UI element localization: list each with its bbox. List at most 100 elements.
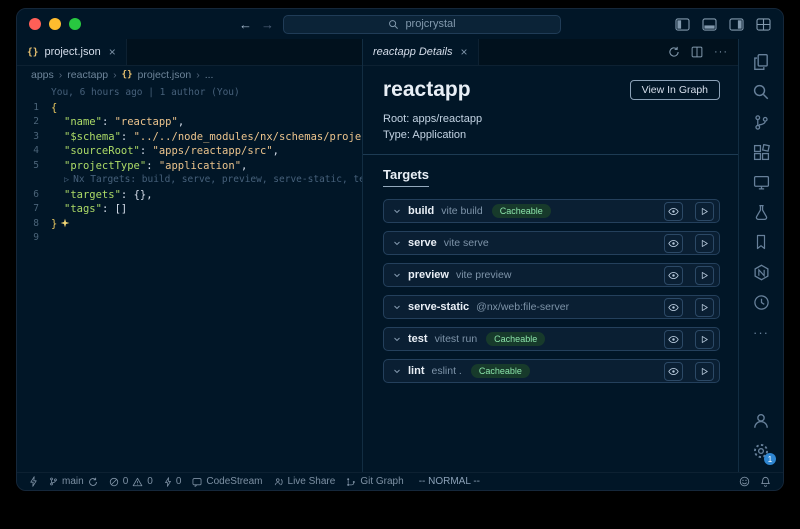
divider (363, 154, 738, 155)
close-icon[interactable]: × (461, 46, 468, 58)
refresh-icon[interactable] (668, 46, 680, 58)
reveal-target-button[interactable] (664, 330, 683, 349)
chevron-down-icon[interactable] (393, 271, 401, 279)
live-share-icon (274, 477, 284, 487)
close-window-button[interactable] (29, 18, 41, 30)
settings-button[interactable]: 1 (739, 436, 783, 466)
gitlens-blame-codelens[interactable]: You, 6 hours ago | 1 author (You) (17, 86, 362, 101)
tab-reactapp-details[interactable]: reactapp Details × (363, 39, 479, 65)
chevron-down-icon[interactable] (393, 303, 401, 311)
editor-actions: ··· (668, 39, 738, 65)
chevron-down-icon[interactable] (393, 367, 401, 375)
target-row-serve-static[interactable]: serve-static @nx/web:file-server (383, 295, 720, 319)
toggle-sidebar-right-icon[interactable] (729, 18, 744, 31)
sidebar-item-more[interactable]: ··· (739, 317, 783, 347)
remote-indicator[interactable] (29, 476, 38, 487)
sidebar-item-source-control[interactable] (739, 107, 783, 137)
eye-icon (668, 366, 679, 377)
warning-triangle-icon (132, 477, 143, 487)
tab-label: reactapp Details (373, 46, 453, 58)
bookmark-icon (753, 234, 769, 250)
split-editor-icon[interactable] (691, 46, 703, 58)
clock-icon (753, 294, 770, 311)
nx-targets-codelens[interactable]: ▷Nx Targets: build, serve, preview, serv… (17, 173, 362, 188)
code-line: 4 "sourceRoot": "apps/reactapp/src", (17, 144, 362, 159)
reveal-target-button[interactable] (664, 298, 683, 317)
git-branch-icon (49, 476, 58, 487)
toggle-sidebar-left-icon[interactable] (675, 18, 690, 31)
cacheable-badge: Cacheable (486, 332, 545, 346)
sidebar-item-remote-explorer[interactable] (739, 167, 783, 197)
tabstrip-left: {} project.json × (17, 39, 362, 66)
target-row-lint[interactable]: lint eslint . Cacheable (383, 359, 720, 383)
more-actions-icon[interactable]: ··· (714, 46, 728, 58)
breadcrumb-item-more[interactable]: ... (205, 69, 214, 81)
reveal-target-button[interactable] (664, 266, 683, 285)
target-row-build[interactable]: build vite build Cacheable (383, 199, 720, 223)
sidebar-item-nx-console[interactable] (739, 257, 783, 287)
sidebar-item-explorer[interactable] (739, 47, 783, 77)
zap-icon (164, 477, 172, 487)
accounts-button[interactable] (739, 406, 783, 436)
chevron-down-icon[interactable] (393, 207, 401, 215)
chevron-down-icon[interactable] (393, 239, 401, 247)
title-bar: ← → projcrystal (17, 9, 783, 39)
live-share-item[interactable]: Live Share (274, 476, 336, 487)
run-target-button[interactable] (695, 234, 714, 253)
tab-project-json[interactable]: {} project.json × (17, 39, 127, 65)
git-graph-item[interactable]: Git Graph (346, 476, 403, 487)
vim-mode-indicator: -- NORMAL -- (419, 476, 480, 487)
customize-layout-icon[interactable] (756, 18, 771, 31)
editor-group-left: {} project.json × apps › reactapp › {} p… (17, 39, 363, 472)
status-bar: main 0 0 0 CodeStream Live Share Git Gra… (17, 472, 783, 490)
code-line: 6 "targets": {}, (17, 188, 362, 203)
nx-project-details-panel: reactapp View In Graph Root: apps/reacta… (363, 66, 738, 472)
smiley-icon (739, 476, 750, 487)
sidebar-item-bookmarks[interactable] (739, 227, 783, 257)
codestream-item[interactable]: CodeStream (192, 476, 262, 487)
search-icon (752, 83, 770, 101)
sidebar-item-timeline[interactable] (739, 287, 783, 317)
git-branch-item[interactable]: main (49, 476, 98, 487)
run-target-button[interactable] (695, 362, 714, 381)
chevron-down-icon[interactable] (393, 335, 401, 343)
problems-item[interactable]: 0 0 (109, 476, 153, 487)
sync-icon (88, 477, 98, 487)
zap-counter-item[interactable]: 0 (164, 476, 182, 487)
reveal-target-button[interactable] (664, 362, 683, 381)
run-target-button[interactable] (695, 330, 714, 349)
toggle-panel-bottom-icon[interactable] (702, 18, 717, 31)
reveal-target-button[interactable] (664, 234, 683, 253)
breadcrumb-item-reactapp[interactable]: reactapp (67, 69, 108, 81)
notifications-item[interactable] (760, 476, 771, 487)
close-icon[interactable]: × (109, 46, 116, 58)
project-type-row: Type: Application (383, 127, 720, 143)
minimize-window-button[interactable] (49, 18, 61, 30)
notification-badge: 1 (764, 453, 776, 465)
forward-arrow-icon[interactable]: → (261, 17, 274, 32)
back-arrow-icon[interactable]: ← (239, 17, 252, 32)
target-row-preview[interactable]: preview vite preview (383, 263, 720, 287)
run-target-button[interactable] (695, 298, 714, 317)
reveal-target-button[interactable] (664, 202, 683, 221)
maximize-window-button[interactable] (69, 18, 81, 30)
code-editor[interactable]: You, 6 hours ago | 1 author (You) 1 { 2 … (17, 83, 362, 472)
search-icon (388, 19, 399, 30)
sidebar-item-extensions[interactable] (739, 137, 783, 167)
feedback-item[interactable] (739, 476, 750, 487)
target-row-test[interactable]: test vitest run Cacheable (383, 327, 720, 351)
line-number: 2 (17, 115, 51, 130)
run-target-button[interactable] (695, 202, 714, 221)
play-icon (700, 303, 709, 312)
breadcrumb-item-file[interactable]: project.json (138, 69, 192, 81)
sidebar-item-search[interactable] (739, 77, 783, 107)
run-target-button[interactable] (695, 266, 714, 285)
view-in-graph-button[interactable]: View In Graph (630, 80, 720, 100)
line-number: 1 (17, 101, 51, 116)
breadcrumb-item-apps[interactable]: apps (31, 69, 54, 81)
code-line: 3 "$schema": "../../node_modules/nx/sche… (17, 130, 362, 145)
target-row-serve[interactable]: serve vite serve (383, 231, 720, 255)
command-center-search[interactable]: projcrystal (283, 15, 561, 34)
sidebar-item-testing[interactable] (739, 197, 783, 227)
line-number: 8 (17, 217, 51, 232)
